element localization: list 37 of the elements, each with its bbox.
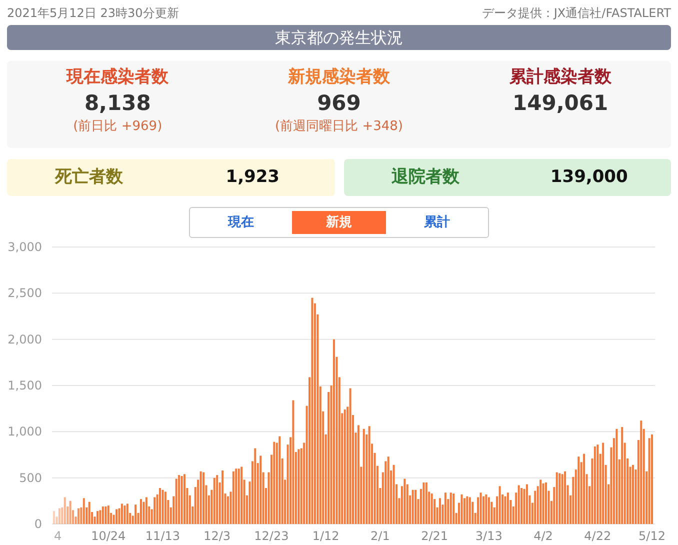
x-axis-label: 4/22 — [584, 529, 612, 543]
x-axis-label: 5/12 — [638, 529, 666, 543]
x-axis-label: 12/3 — [204, 529, 231, 543]
total-value: 1,923 — [224, 166, 281, 189]
x-axis-label: 10/24 — [91, 529, 126, 543]
stat-label: 現在感染者数 — [66, 66, 169, 89]
update-time: 2021年5月12日 23時30分更新 — [7, 5, 179, 22]
stat-change: (前日比 +969) — [73, 118, 162, 136]
chart-tab[interactable]: 新規 — [292, 211, 386, 234]
stat-change: (前週同曜日比 +348) — [275, 118, 403, 136]
x-axis-label: 11/13 — [145, 529, 180, 543]
y-axis-label: 1,500 — [8, 378, 42, 392]
total-label: 退院者数 — [390, 166, 460, 189]
total-value: 139,000 — [549, 166, 629, 189]
x-axis-label: 2/21 — [421, 529, 448, 543]
x-axis-label: 4/2 — [534, 529, 553, 543]
y-axis-label: 500 — [19, 470, 42, 485]
stat-value: 8,138 — [84, 90, 151, 117]
stat-value: 969 — [317, 90, 361, 117]
total-label: 死亡者数 — [54, 166, 124, 189]
x-axis-label: 3/13 — [475, 529, 502, 543]
data-source: データ提供：JX通信社/FASTALERT — [482, 5, 671, 22]
x-axis-label: 4 — [54, 529, 62, 543]
y-axis-label: 3,000 — [8, 241, 42, 254]
x-axis-label: 12/23 — [254, 529, 289, 543]
x-axis-label: 1/12 — [312, 529, 340, 543]
y-axis-label: 1,000 — [8, 424, 42, 439]
section-title: 東京都の発生状況 — [7, 25, 671, 50]
y-axis-label: 2,000 — [8, 332, 42, 346]
x-axis-label: 2/1 — [370, 529, 390, 543]
stat-value: 149,061 — [512, 90, 608, 117]
y-axis-label: 0 — [34, 517, 42, 531]
stat-label: 累計感染者数 — [509, 66, 612, 89]
y-axis-label: 2,500 — [8, 286, 42, 300]
chart-tab[interactable]: 累計 — [390, 211, 484, 234]
chart-tab[interactable]: 現在 — [194, 211, 288, 234]
stat-label: 新規感染者数 — [288, 66, 390, 89]
